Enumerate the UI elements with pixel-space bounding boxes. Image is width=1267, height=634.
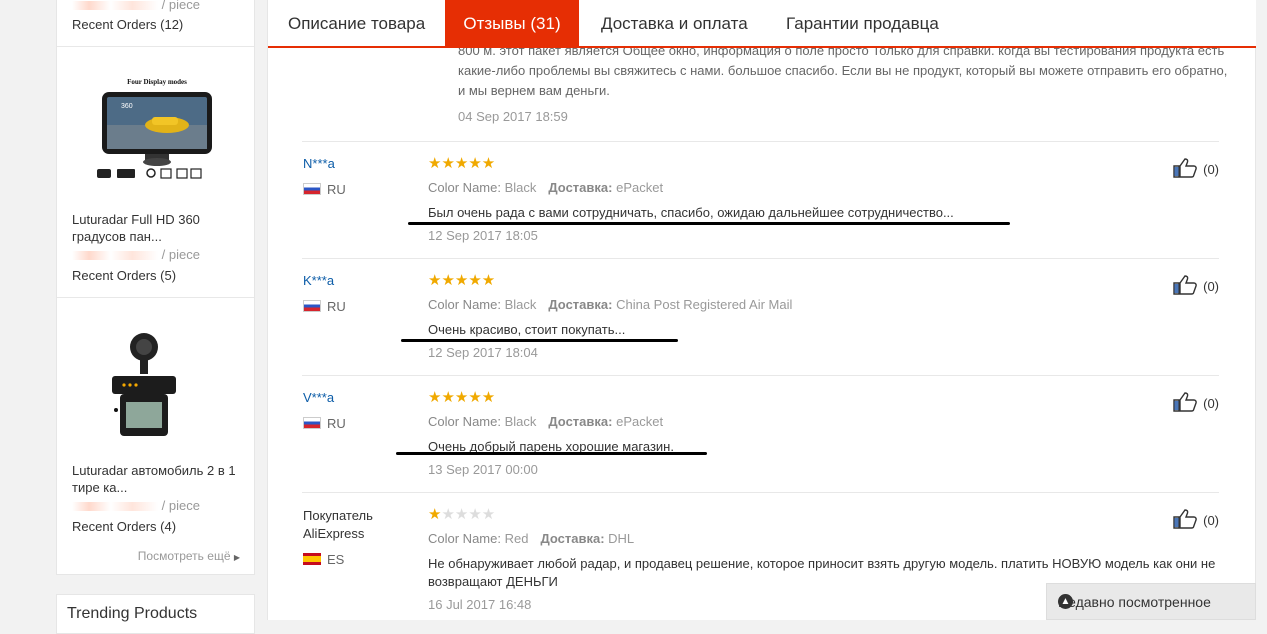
review-meta: Color Name: Black Доставка: China Post Re… [428,297,793,312]
recently-viewed-toggle[interactable]: Недавно посмотренное ▲ [1046,583,1256,620]
russia-flag-icon [303,417,321,429]
trending-products-panel: Trending Products [56,594,255,634]
tab-reviews[interactable]: Отзывы (31) [445,0,579,46]
rating-stars: ★★★★★ [428,155,496,172]
product-price: / piece [72,0,200,12]
reviewer-country: RU [303,299,346,314]
review-item: V***a RU ★★★★★ Color Name: Black Доставка… [302,375,1219,493]
review-item: N***a RU ★★★★★ Color Name: Black Доставка… [302,141,1219,259]
thumbs-up-icon [1173,158,1197,178]
review-text: 800 м. этот пакет является Общее окно, и… [458,48,1228,98]
review-text: Был очень рада с вами сотрудничать, спас… [428,205,954,220]
reviewer-name[interactable]: V***a [303,390,334,405]
product-tabs: Описание товара Отзывы (31) Доставка и о… [268,0,1256,48]
reviewer-country: ES [303,552,344,567]
thumbs-up-icon [1173,392,1197,412]
image-caption: Four Display modes [127,78,187,86]
see-more-link[interactable]: Посмотреть ещё ▶ [138,549,240,563]
thumbs-up-icon [1173,509,1197,529]
review-item: K***a RU ★★★★★ Color Name: Black Доставка… [302,258,1219,376]
reviewer-name: Покупатель AliExpress [303,508,373,541]
rating-stars: ★★★★★ [428,272,496,289]
product-details-panel: Описание товара Отзывы (31) Доставка и о… [267,0,1256,620]
review-meta: Color Name: Red Доставка: DHL [428,531,635,546]
product-title[interactable]: Luturadar автомобиль 2 в 1 тире ка... [72,462,242,496]
svg-text:360: 360 [121,103,133,110]
helpful-button[interactable]: (0) [1173,158,1219,178]
annotation-underline [401,339,678,342]
reviews-list: 800 м. этот пакет является Общее окно, и… [268,48,1256,620]
review-date: 12 Sep 2017 18:05 [428,228,538,243]
russia-flag-icon [303,183,321,195]
recent-orders: Recent Orders (4) [72,519,177,534]
recent-orders: Recent Orders (5) [72,268,177,283]
chevron-up-icon: ▲ [1058,594,1073,609]
review-date: 04 Sep 2017 18:59 [458,109,568,124]
tab-description[interactable]: Описание товара [268,0,445,46]
reviewer-country: RU [303,182,346,197]
rating-stars: ★★★★★ [428,389,496,406]
helpful-button[interactable]: (0) [1173,509,1219,529]
reviewer-name[interactable]: N***a [303,156,335,171]
tab-seller-guarantees[interactable]: Гарантии продавца [766,0,959,46]
product-price: / piece [72,247,200,262]
helpful-button[interactable]: (0) [1173,275,1219,295]
review-meta: Color Name: Black Доставка: ePacket [428,414,664,429]
reviewer-name[interactable]: K***a [303,273,334,288]
annotation-underline [408,222,1010,225]
russia-flag-icon [303,300,321,312]
rating-stars: ★★★★★ [428,506,496,523]
trending-products-title: Trending Products [67,605,198,622]
product-image-dashcam-monitor[interactable]: Four Display modes 360 [97,75,217,190]
review-text: Очень красиво, стоит покупать... [428,322,626,337]
thumbs-up-icon [1173,275,1197,295]
review-date: 16 Jul 2017 16:48 [428,597,532,612]
annotation-underline [396,452,707,455]
review-date: 13 Sep 2017 00:00 [428,462,538,477]
tab-shipping-payment[interactable]: Доставка и оплата [581,0,768,46]
recent-orders: Recent Orders (12) [72,17,184,32]
recently-viewed-label: Недавно посмотренное [1058,594,1211,610]
reviewer-country: RU [303,416,346,431]
related-products-sidebar: / piece Recent Orders (12) Four Display … [56,0,255,575]
review-meta: Color Name: Black Доставка: ePacket [428,180,664,195]
helpful-button[interactable]: (0) [1173,392,1219,412]
spain-flag-icon [303,553,321,565]
product-title[interactable]: Luturadar Full HD 360 градусов пан... [72,211,242,245]
product-price: / piece [72,498,200,513]
product-image-radar-detector[interactable] [109,332,179,436]
review-date: 12 Sep 2017 18:04 [428,345,538,360]
chevron-right-icon: ▶ [233,553,240,562]
